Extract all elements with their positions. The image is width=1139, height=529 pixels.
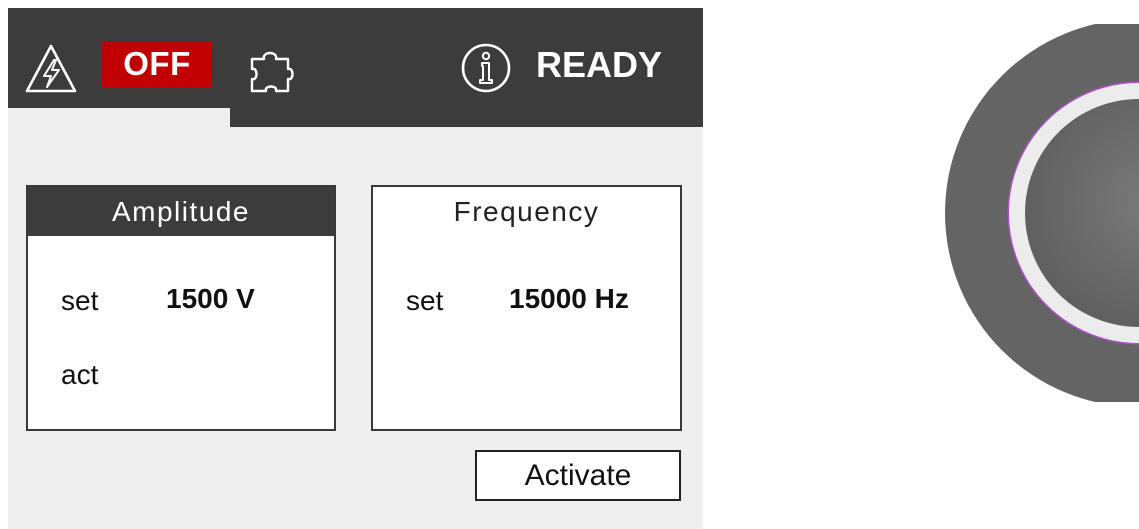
- frequency-title: Frequency: [453, 196, 600, 227]
- amplitude-title: Amplitude: [28, 187, 334, 236]
- control-panel: OFF READY Amplitude set 1500 V act Frequ…: [8, 8, 703, 529]
- device-screen: OFF READY Amplitude set 1500 V act Frequ…: [0, 0, 1139, 529]
- activate-button[interactable]: Activate: [475, 450, 681, 501]
- frequency-set-label: set: [406, 285, 444, 316]
- power-state-badge: OFF: [102, 41, 212, 87]
- status-bar-extension: [230, 108, 703, 127]
- amplitude-set-label: set: [61, 285, 99, 316]
- frequency-set-value: 15000 Hz: [509, 283, 629, 314]
- amplitude-set-value: 1500 V: [166, 283, 255, 314]
- status-text: READY: [536, 44, 663, 85]
- rotary-knob[interactable]: [941, 24, 1139, 402]
- info-icon[interactable]: [460, 42, 512, 94]
- high-voltage-warning-icon: [25, 44, 77, 93]
- frequency-card[interactable]: Frequency set 15000 Hz: [371, 185, 682, 431]
- puzzle-icon[interactable]: [244, 41, 300, 97]
- amplitude-card[interactable]: Amplitude set 1500 V act: [26, 185, 336, 431]
- amplitude-act-label: act: [61, 359, 99, 390]
